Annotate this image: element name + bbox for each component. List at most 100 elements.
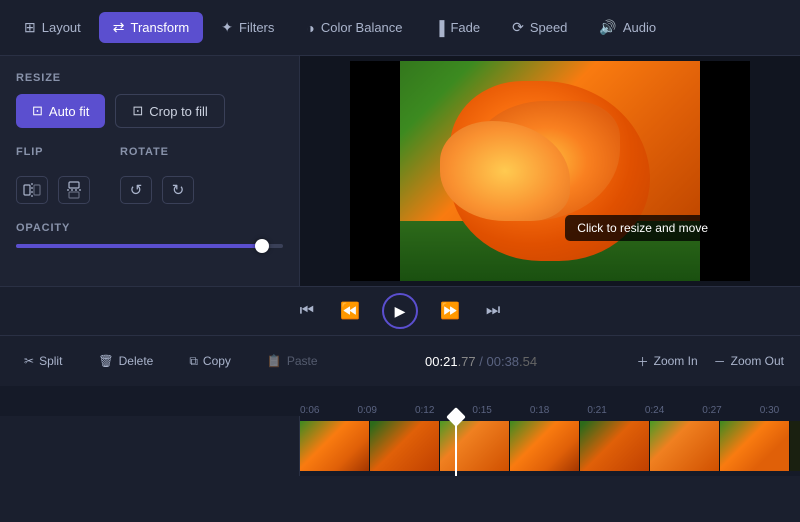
playhead[interactable] xyxy=(455,416,457,476)
time-separator: / xyxy=(479,354,486,369)
tab-transform-label: Transform xyxy=(131,20,190,35)
thumb-frame xyxy=(440,421,510,471)
thumb-frame xyxy=(300,421,370,471)
rotate-section: ROTATE ↺ ↻ xyxy=(120,146,194,204)
autofit-icon: ⊡ xyxy=(32,103,43,119)
tab-audio[interactable]: 🔊 Audio xyxy=(585,12,670,43)
tab-colorbalance[interactable]: ◑ Color Balance xyxy=(292,13,416,43)
paste-button[interactable]: 📋 Paste xyxy=(259,350,326,372)
zoom-out-button[interactable]: － Zoom Out xyxy=(714,353,784,370)
zoom-controls: ＋ Zoom In － Zoom Out xyxy=(637,353,784,370)
croptofill-icon: ⊡ xyxy=(132,103,143,119)
split-icon: ✂ xyxy=(24,354,34,368)
ruler-mark: 0:18 xyxy=(530,405,549,416)
video-black-left xyxy=(350,61,400,281)
delete-icon: 🗑 xyxy=(98,354,113,368)
opacity-thumb[interactable] xyxy=(255,239,269,253)
ruler-mark: 0:15 xyxy=(472,405,491,416)
thumb-frame xyxy=(650,421,720,471)
copy-icon: ⧉ xyxy=(189,354,198,369)
tab-colorbalance-label: Color Balance xyxy=(321,20,403,35)
audio-icon: 🔊 xyxy=(599,19,616,36)
ruler-mark: 0:24 xyxy=(645,405,664,416)
split-button[interactable]: ✂ Split xyxy=(16,350,70,372)
rewind-button[interactable]: ⏪ xyxy=(336,297,364,325)
delete-button[interactable]: 🗑 Delete xyxy=(90,350,161,372)
tab-fade-label: Fade xyxy=(450,20,480,35)
skip-to-start-button[interactable]: ⏮ xyxy=(296,298,318,324)
tab-speed-label: Speed xyxy=(530,20,568,35)
rotate-ccw-button[interactable]: ↺ xyxy=(120,176,152,204)
thumb-frame xyxy=(580,421,650,471)
zoom-in-button[interactable]: ＋ Zoom In xyxy=(637,353,698,370)
croptofill-button[interactable]: ⊡ Crop to fill xyxy=(115,94,224,128)
thumb-frame xyxy=(510,421,580,471)
fast-forward-button[interactable]: ⏩ xyxy=(436,297,464,325)
playback-bar: ⏮ ⏪ ▶ ⏩ ⏭ xyxy=(0,286,800,336)
filters-icon: ✦ xyxy=(221,19,233,36)
timeline-controls-bar: ✂ Split 🗑 Delete ⧉ Copy 📋 Paste 00:21.77… xyxy=(0,336,800,386)
opacity-section: OPACITY xyxy=(16,222,283,248)
video-black-right xyxy=(700,61,750,281)
ruler-mark: 0:12 xyxy=(415,405,434,416)
fade-icon: ▐ xyxy=(435,20,445,36)
speed-icon: ⟳ xyxy=(512,19,524,36)
tab-layout[interactable]: ⊞ Layout xyxy=(10,12,95,43)
video-bg xyxy=(350,61,750,281)
opacity-slider[interactable] xyxy=(16,244,283,248)
time-current: 00:21.77 xyxy=(425,354,479,369)
video-container: Click to resize and move xyxy=(350,61,750,281)
skip-to-end-button[interactable]: ⏭ xyxy=(482,298,504,324)
transform-icon: ⇄ xyxy=(113,19,125,36)
rotate-cw-button[interactable]: ↻ xyxy=(162,176,194,204)
track-content[interactable] xyxy=(300,421,800,471)
video-preview-area[interactable]: Click to resize and move xyxy=(300,56,800,286)
copy-label: Copy xyxy=(203,354,231,368)
zoom-in-icon: ＋ xyxy=(637,353,649,370)
rotate-label: ROTATE xyxy=(120,146,194,158)
croptofill-label: Crop to fill xyxy=(149,104,208,119)
tab-transform[interactable]: ⇄ Transform xyxy=(99,12,203,43)
zoom-out-label: Zoom Out xyxy=(731,354,784,368)
resize-section-label: RESIZE xyxy=(16,72,283,84)
play-icon: ▶ xyxy=(395,303,406,320)
zoom-in-label: Zoom In xyxy=(654,354,698,368)
layout-icon: ⊞ xyxy=(24,19,36,36)
time-total: 00:38.54 xyxy=(487,354,538,369)
autofit-button[interactable]: ⊡ Auto fit xyxy=(16,94,105,128)
opacity-label: OPACITY xyxy=(16,222,283,234)
ruler-mark: 0:27 xyxy=(702,405,721,416)
resize-buttons: ⊡ Auto fit ⊡ Crop to fill xyxy=(16,94,283,128)
flip-horizontal-button[interactable] xyxy=(16,176,48,204)
ruler-mark: 0:30 xyxy=(760,405,779,416)
transform-panel: RESIZE ⊡ Auto fit ⊡ Crop to fill FLIP xyxy=(0,56,300,286)
play-button[interactable]: ▶ xyxy=(382,293,418,329)
timeline-track-area xyxy=(0,416,800,476)
flip-vertical-button[interactable] xyxy=(58,176,90,204)
flip-icons xyxy=(16,176,90,204)
ruler-mark: 0:06 xyxy=(300,405,319,416)
zoom-out-icon: － xyxy=(714,353,726,370)
rotate-icons: ↺ ↻ xyxy=(120,176,194,204)
flip-label: FLIP xyxy=(16,146,90,158)
colorbalance-icon: ◑ xyxy=(306,20,314,36)
ruler-marks: 0:06 0:09 0:12 0:15 0:18 0:21 0:24 0:27 … xyxy=(300,386,800,416)
tab-speed[interactable]: ⟳ Speed xyxy=(498,12,581,43)
copy-button[interactable]: ⧉ Copy xyxy=(181,350,239,373)
rotate-cw-icon: ↻ xyxy=(172,181,185,199)
ruler-mark: 0:09 xyxy=(357,405,376,416)
track-label-area xyxy=(0,416,300,476)
resize-tooltip: Click to resize and move xyxy=(565,215,720,241)
tab-audio-label: Audio xyxy=(623,20,656,35)
tab-fade[interactable]: ▐ Fade xyxy=(421,13,495,43)
autofit-label: Auto fit xyxy=(49,104,89,119)
opacity-fill xyxy=(16,244,262,248)
thumb-frame xyxy=(720,421,790,471)
tab-layout-label: Layout xyxy=(42,20,81,35)
tab-filters[interactable]: ✦ Filters xyxy=(207,12,288,43)
thumb-frame xyxy=(370,421,440,471)
flip-section: FLIP xyxy=(16,146,90,204)
delete-label: Delete xyxy=(119,354,154,368)
top-tabs-bar: ⊞ Layout ⇄ Transform ✦ Filters ◑ Color B… xyxy=(0,0,800,56)
timeline-ruler: 0:06 0:09 0:12 0:15 0:18 0:21 0:24 0:27 … xyxy=(0,386,800,416)
